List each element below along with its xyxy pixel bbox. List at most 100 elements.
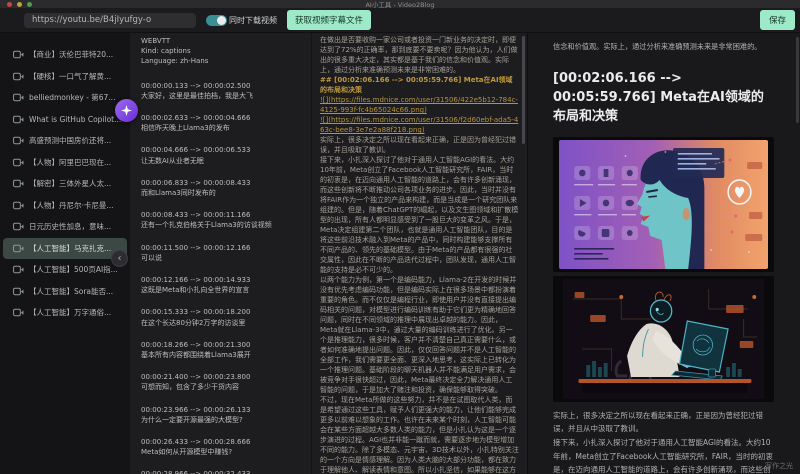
video-camera-icon [13,244,24,253]
app-window: AI小工具 - Video2Blog 同时下载视频 获取视频字幕文件 保存 【商… [0,0,800,474]
subtitle-cue: 00:00:06.833 --> 00:00:08.433而和Llama3同时发… [141,178,311,198]
cue-text: 相信昨天晚上Llama3的发布 [141,123,311,133]
markdown-content: 在做出是否要收购一家公司或者投资一门新业务的决定时，即便达到了72%的正确率，那… [320,35,519,474]
sidebar-item[interactable]: 【人物】阿里巴巴现在... [0,152,130,174]
subtitle-cue: 00:00:00.133 --> 00:00:02.500大家好，这里是最佳拍档… [141,81,311,101]
sidebar-item[interactable]: 【人工智能】马克扎克... [3,238,127,260]
video-camera-icon [13,136,24,145]
sidebar-item[interactable]: 【人物】丹尼尔·卡尼曼... [0,195,130,217]
preview-paragraphs: 实际上，很多决定之所以现在看起来正确，正是因为曾经犯过错误，并且从中汲取了教训。… [553,409,774,474]
toolbar: 同时下载视频 获取视频字幕文件 保存 [0,8,800,33]
preview-paragraph: 接下来，小扎深入探讨了他对于通用人工智能AGI的看法。大约10年前，Meta创立… [553,436,774,474]
markdown-body: 以两个能力为例，第一个是编码能力，Llama-2在开发的时候并没有优先考虑编码功… [320,275,519,395]
markdown-scrollbar[interactable] [522,36,525,144]
subtitle-cue: 00:00:04.666 --> 00:00:06.533让无数AI从业者无眠 [141,145,311,165]
cue-time: 00:00:06.833 --> 00:00:08.433 [141,178,311,188]
sidebar-item-label: 【硬核】一口气了解黄... [29,71,111,82]
sidebar-item[interactable]: 【解密】三体外星人太... [0,173,130,195]
download-video-toggle[interactable] [206,15,227,26]
subtitle-cue: 00:00:21.400 --> 00:00:23.800可想而知，包含了多少干… [141,372,311,392]
cue-text: 可想而知，包含了多少干货内容 [141,382,311,392]
download-toggle-label: 同时下载视频 [229,15,277,26]
sidebar-item[interactable]: What is GitHub Copilot... [0,109,130,131]
sidebar-item[interactable]: 日元历史性加息，意味... [0,216,130,238]
sidebar-item[interactable]: 【人工智能】万字通俗... [0,302,130,324]
sidebar-item-label: 【人工智能】500页AI指... [29,264,118,275]
preview-scrollbar[interactable] [796,37,799,123]
chevron-left-icon: ‹ [118,253,122,264]
markdown-heading: ## [00:02:06.166 --> 00:05:59.766] Meta在… [320,75,519,95]
cue-text: 还有一个扎克伯格关于Llama3的访谈视频 [141,220,311,230]
sidebar-item[interactable]: 【商业】沃伦巴菲特20... [0,44,130,66]
sidebar-item[interactable]: belliedmonkey - 第67... [0,87,130,109]
cue-time: 00:00:21.400 --> 00:00:23.800 [141,372,311,382]
subtitle-cue: 00:00:02.633 --> 00:00:04.666相信昨天晚上Llama… [141,113,311,133]
subtitle-source-column[interactable]: WEBVTTKind: captionsLanguage: zh-Hans 00… [130,33,312,474]
video-list: 【商业】沃伦巴菲特20... 【硬核】一口气了解黄... belliedmonkey… [0,44,130,324]
video-camera-icon [13,308,24,317]
robot-typing-illustration [563,279,764,399]
video-camera-icon [13,50,24,59]
video-camera-icon [13,158,24,167]
watermark: 写作之光 [765,461,793,471]
video-url-input[interactable] [24,13,196,28]
video-camera-icon [13,244,24,253]
video-camera-icon [13,115,24,124]
video-camera-icon [13,265,24,274]
sidebar-item-label: 【人物】丹尼尔·卡尼曼... [29,200,114,211]
fetch-subtitles-button[interactable]: 获取视频字幕文件 [287,10,371,30]
video-camera-icon [13,222,24,231]
cue-text: 大家好，这里是最佳拍档，我是大飞 [141,91,311,101]
sidebar-item-label: 【人工智能】Sora能否... [29,286,113,297]
subtitle-cue: 00:00:26.433 --> 00:00:28.666Meta如何从开源模型… [141,437,311,457]
subtitle-cue: 00:00:12.166 --> 00:00:14.933这既是Meta和小扎向… [141,275,311,295]
video-camera-icon [13,265,24,274]
sidebar-item[interactable]: 【硬核】一口气了解黄... [0,66,130,88]
vtt-header-line: Kind: captions [141,46,311,56]
cue-time: 00:00:26.433 --> 00:00:28.666 [141,437,311,447]
video-camera-icon [13,50,24,59]
subtitle-cue: 00:00:11.500 --> 00:00:12.166可以说 [141,243,311,263]
cue-time: 00:00:23.966 --> 00:00:26.133 [141,405,311,415]
titlebar: AI小工具 - Video2Blog [0,0,800,8]
markdown-editor-column[interactable]: 在做出是否要收购一家公司或者投资一门新业务的决定时，即便达到了72%的正确率，那… [312,33,528,474]
subtitle-cue: 00:00:23.966 --> 00:00:26.133为什么一定要开源最强的… [141,405,311,425]
cue-time: 00:00:00.133 --> 00:00:02.500 [141,81,311,91]
cue-text: 基本所有内容都围绕着Llama3展开 [141,350,311,360]
sidebar-item[interactable]: 高盛预测中国房价还将... [0,130,130,152]
subtitle-cue: 00:00:28.966 --> 00:00:32.433以及小扎对于AI安全等… [141,469,311,474]
preview-panel[interactable]: 信念和价值观。实际上，通过分析来准确预测未来是非常困难的。 [00:02:06.… [528,33,800,474]
sidebar-item-label: belliedmonkey - 第67... [29,92,115,103]
markdown-body: 实际上，很多决定之所以现在看起来正确，正是因为曾经犯过错误，并且吸取了教训。 [320,135,519,155]
markdown-link: ![](https://files.mdnice.com/user/31506/… [320,95,519,115]
video-camera-icon [13,222,24,231]
markdown-link: ![](https://files.mdnice.com/user/31506/… [320,115,519,135]
sidebar-item-label: 【人物】阿里巴巴现在... [29,157,111,168]
preview-image-1 [553,137,774,272]
sidebar-item-label: 高盛预测中国房价还将... [29,135,111,146]
subtitle-cue-list: 00:00:00.133 --> 00:00:02.500大家好，这里是最佳拍档… [141,81,311,474]
video-camera-icon [13,115,24,124]
subtitle-cue: 00:00:08.433 --> 00:00:11.166还有一个扎克伯格关于L… [141,210,311,230]
sidebar-item-label: 【解密】三体外星人太... [29,178,111,189]
floating-assistant-button[interactable] [115,99,138,122]
sidebar-item-label: 【人工智能】马克扎克... [29,243,111,254]
cue-time: 00:00:08.433 --> 00:00:11.166 [141,210,311,220]
subtitle-cue: 00:00:18.266 --> 00:00:21.300基本所有内容都围绕着L… [141,340,311,360]
video-camera-icon [13,201,24,210]
sidebar-item[interactable]: 【人工智能】500页AI指... [0,259,130,281]
save-button[interactable]: 保存 [760,10,795,30]
cue-text: 这既是Meta和小扎向全世界的宣言 [141,285,311,295]
video-camera-icon [13,158,24,167]
video-camera-icon [13,287,24,296]
window-title: AI小工具 - Video2Blog [0,0,800,9]
subtitle-cue: 00:00:15.333 --> 00:00:18.200在这个长达80分钟2万… [141,307,311,327]
sidebar-collapse-button[interactable]: ‹ [111,250,128,267]
video-list-sidebar: 【商业】沃伦巴菲特20... 【硬核】一口气了解黄... belliedmonkey… [0,33,130,474]
cue-text: 可以说 [141,253,311,263]
vtt-header: WEBVTTKind: captionsLanguage: zh-Hans [141,36,311,67]
cue-time: 00:00:15.333 --> 00:00:18.200 [141,307,311,317]
sidebar-item[interactable]: 【人工智能】Sora能否... [0,281,130,303]
video-camera-icon [13,93,24,102]
cue-text: 在这个长达80分钟2万字的访谈里 [141,318,311,328]
